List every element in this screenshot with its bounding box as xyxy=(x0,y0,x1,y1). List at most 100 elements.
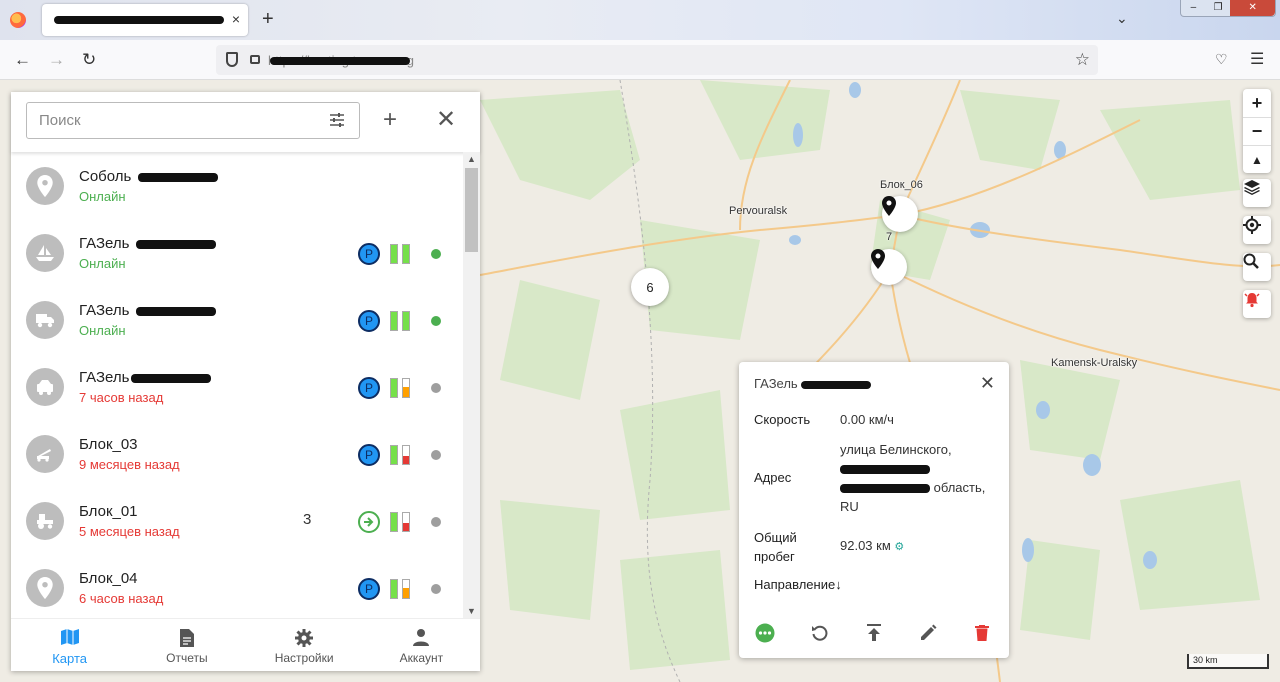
more-button[interactable] xyxy=(754,622,776,644)
menu-icon[interactable]: ☰ xyxy=(1250,49,1264,69)
add-device-button[interactable]: + xyxy=(383,106,397,134)
lock-icon[interactable] xyxy=(250,55,260,64)
forward-button[interactable]: → xyxy=(48,50,65,70)
tab-list-chevron-icon[interactable]: ⌄ xyxy=(1116,10,1128,27)
speed-value: 0.00 км/ч xyxy=(840,412,894,427)
pin-icon xyxy=(37,175,53,197)
device-panel: + ✕ Соболь Онлайн ГАЗель xyxy=(11,92,480,671)
device-list: Соболь Онлайн ГАЗель Онлайн P ГАЗель Онл… xyxy=(11,152,463,618)
url-bar[interactable]: https://hosting.traccar.org ☆ xyxy=(216,45,1098,75)
settings-icon xyxy=(295,629,314,647)
tab-close-icon[interactable]: × xyxy=(232,11,240,27)
device-marker-seven[interactable] xyxy=(871,249,907,285)
replay-icon xyxy=(812,625,828,641)
url-redaction xyxy=(270,57,410,65)
nav-label: Настройки xyxy=(274,651,334,665)
layers-button[interactable] xyxy=(1243,179,1271,207)
scroll-up-icon[interactable]: ▲ xyxy=(467,154,476,164)
device-marker-blok06[interactable] xyxy=(882,196,918,232)
device-row[interactable]: Блок_01 5 месяцев назад 3 xyxy=(11,487,463,554)
delete-icon xyxy=(975,625,989,641)
filter-icon[interactable] xyxy=(329,112,345,133)
battery-indicator xyxy=(390,445,412,465)
tractor-icon xyxy=(37,514,53,529)
device-avatar xyxy=(26,234,64,272)
device-row[interactable]: ГАЗель Онлайн P xyxy=(11,286,463,353)
crane-icon xyxy=(37,449,51,462)
tracking-shield-icon[interactable] xyxy=(226,52,238,67)
address-value: улица Белинского, область, RU xyxy=(840,442,986,514)
list-scrollbar[interactable]: ▲ ▼ xyxy=(463,152,480,618)
nav-account[interactable]: Аккаунт xyxy=(363,619,480,671)
pocket-icon[interactable]: ♡ xyxy=(1215,51,1228,68)
nav-settings[interactable]: Настройки xyxy=(246,619,363,671)
device-avatar xyxy=(26,502,64,540)
nav-reports[interactable]: Отчеты xyxy=(128,619,245,671)
device-status: Онлайн xyxy=(79,323,126,338)
mileage-value: 92.03 км ⚙ xyxy=(840,538,905,553)
device-avatar xyxy=(26,569,64,607)
address-label: Адрес xyxy=(754,470,792,485)
delete-button[interactable] xyxy=(971,622,993,644)
edit-icon xyxy=(921,624,937,640)
popup-close-button[interactable]: ✕ xyxy=(980,373,995,394)
alarm-bell-icon xyxy=(1244,293,1260,308)
battery-indicator xyxy=(390,378,412,398)
device-row[interactable]: Соболь Онлайн xyxy=(11,152,463,219)
scroll-thumb[interactable] xyxy=(465,168,478,252)
bookmark-star-icon[interactable]: ☆ xyxy=(1075,50,1090,70)
device-status: 9 месяцев назад xyxy=(79,457,180,472)
direction-label: Направление↓ xyxy=(754,577,842,592)
browser-tab[interactable]: × xyxy=(42,4,248,36)
device-popup: ГАЗель ✕ Скорость 0.00 км/ч Адрес улица … xyxy=(739,362,1009,658)
nav-label: Карта xyxy=(52,651,88,666)
my-location-icon xyxy=(1243,216,1261,234)
zoom-out-button[interactable]: − xyxy=(1243,117,1271,145)
speed-label: Скорость xyxy=(754,412,811,427)
device-name: Блок_01 xyxy=(79,503,138,520)
event-count: 3 xyxy=(303,511,312,528)
device-name: Соболь xyxy=(79,168,218,185)
map-label-kamensk: Kamensk-Uralsky xyxy=(1051,357,1138,369)
layers-icon xyxy=(1244,180,1260,195)
device-avatar xyxy=(26,167,64,205)
device-status: Онлайн xyxy=(79,189,126,204)
search-input[interactable] xyxy=(27,103,317,138)
alarm-button[interactable] xyxy=(1243,290,1271,318)
scroll-down-icon[interactable]: ▼ xyxy=(467,606,476,616)
upload-icon xyxy=(867,624,881,641)
search-icon xyxy=(1243,253,1259,269)
search-field[interactable] xyxy=(26,102,360,139)
battery-indicator xyxy=(390,512,412,532)
nav-map[interactable]: Карта xyxy=(11,619,128,671)
compass-button[interactable]: ▲ xyxy=(1243,145,1271,173)
reload-button[interactable]: ↻ xyxy=(82,50,96,70)
device-row[interactable]: ГАЗель 7 часов назад P xyxy=(11,353,463,420)
moving-icon xyxy=(358,511,380,533)
device-row[interactable]: Блок_04 6 часов назад P xyxy=(11,554,463,618)
locate-button[interactable] xyxy=(1243,216,1271,244)
device-status: 5 месяцев назад xyxy=(79,524,180,539)
device-row[interactable]: ГАЗель Онлайн P xyxy=(11,219,463,286)
new-tab-button[interactable]: + xyxy=(262,8,274,31)
send-command-button[interactable] xyxy=(863,622,885,644)
map-cluster[interactable]: 6 xyxy=(631,268,669,306)
maximize-button[interactable]: ❐ xyxy=(1206,0,1231,16)
replay-button[interactable] xyxy=(809,622,831,644)
map-label-blok06: Блок_06 xyxy=(880,179,923,191)
minimize-button[interactable]: – xyxy=(1181,0,1206,16)
map-pin-icon xyxy=(871,249,885,269)
edit-button[interactable] xyxy=(917,622,939,644)
device-status: 6 часов назад xyxy=(79,591,164,606)
zoom-in-button[interactable]: + xyxy=(1243,89,1271,117)
more-icon xyxy=(755,623,775,643)
mileage-label: Общий пробег xyxy=(754,530,797,564)
map-search-button[interactable] xyxy=(1243,253,1271,281)
zoom-controls: + − ▲ xyxy=(1243,89,1271,173)
device-row[interactable]: Блок_03 9 месяцев назад P xyxy=(11,420,463,487)
close-panel-button[interactable]: ✕ xyxy=(436,105,456,134)
popup-title: ГАЗель xyxy=(754,376,872,391)
map-pin-icon xyxy=(882,196,896,216)
window-close-button[interactable]: ✕ xyxy=(1230,0,1275,16)
back-button[interactable]: ← xyxy=(14,50,31,70)
